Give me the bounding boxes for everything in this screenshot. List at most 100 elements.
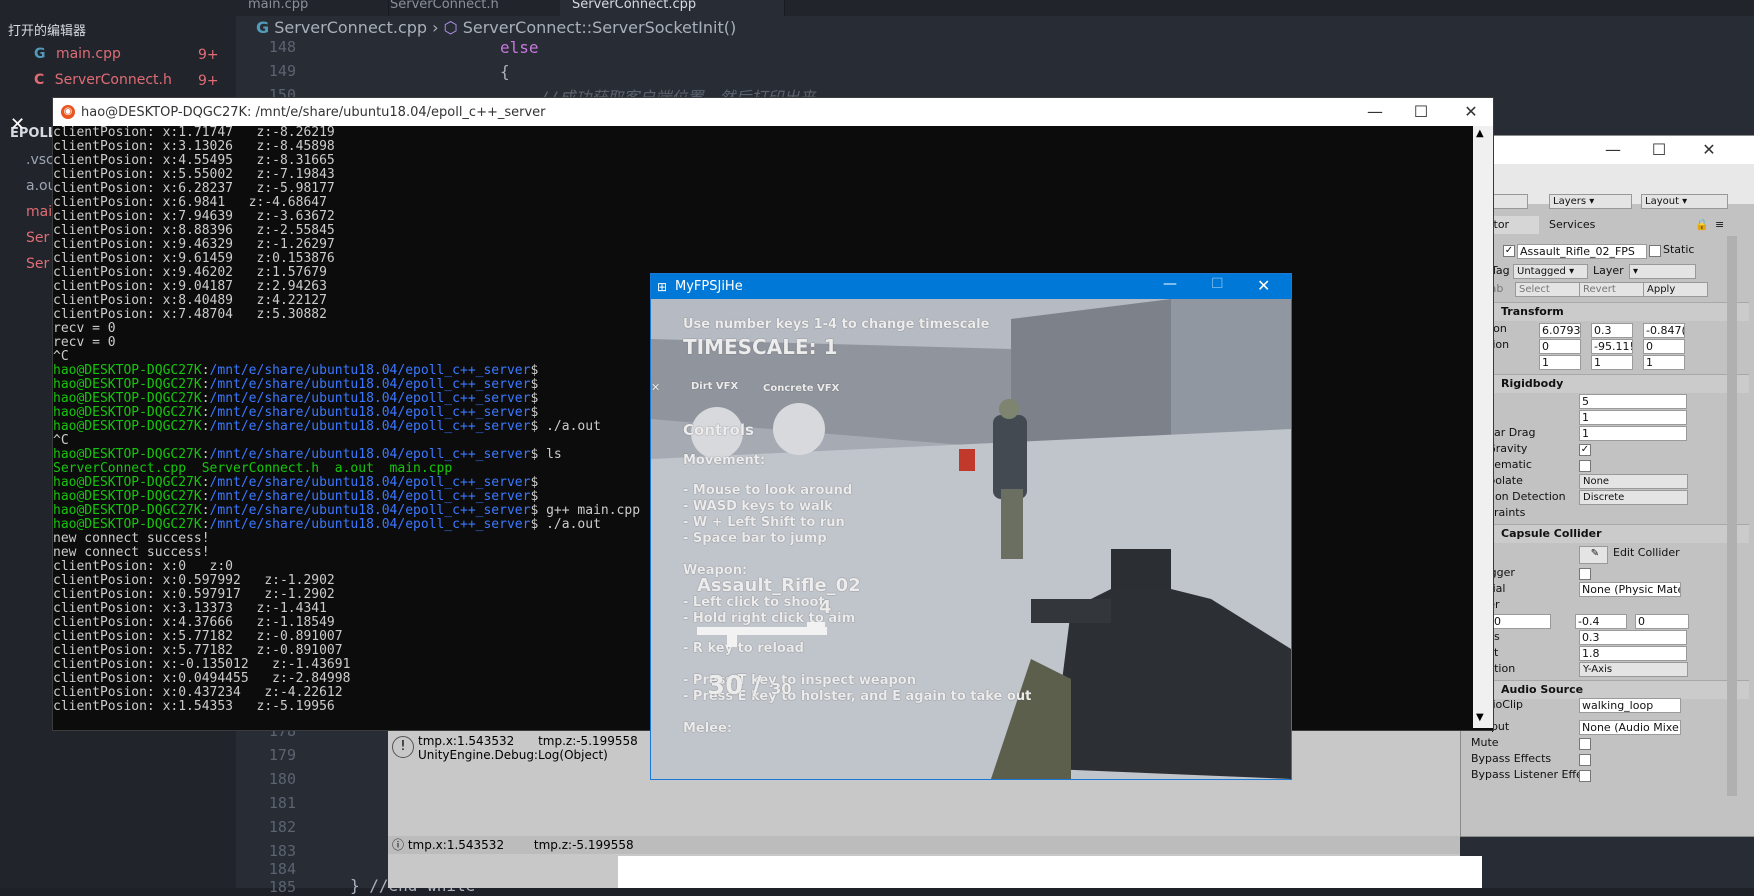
minimize-icon[interactable]: —: [1163, 276, 1177, 292]
collision-dropdown[interactable]: Discrete: [1579, 490, 1688, 505]
console-entry[interactable]: tmp.x:1.543532 tmp.z:-5.199558 UnityEngi…: [418, 734, 638, 762]
center-z[interactable]: 0: [1635, 614, 1689, 629]
center-x[interactable]: 0: [1491, 614, 1551, 629]
ammo-separator: /: [752, 671, 762, 701]
bypass-effects-checkbox[interactable]: [1579, 754, 1591, 766]
terminal-prompt-line: hao@DESKTOP-DQGC27K:/mnt/e/share/ubuntu1…: [53, 363, 539, 378]
use-gravity-checkbox[interactable]: ✓: [1579, 444, 1591, 456]
mass-input[interactable]: 5: [1579, 394, 1687, 409]
movement-line: - WASD keys to walk: [683, 499, 833, 514]
rigidbody-header[interactable]: Rigidbody: [1461, 374, 1749, 393]
open-editors-title[interactable]: 打开的编辑器: [8, 20, 86, 39]
close-icon[interactable]: ✕: [651, 381, 660, 394]
open-file-header[interactable]: C ServerConnect.h: [34, 72, 172, 88]
position-x[interactable]: 6.0793: [1539, 323, 1581, 338]
layers-dropdown[interactable]: Layers ▾: [1549, 194, 1632, 209]
active-checkbox[interactable]: ✓: [1503, 245, 1515, 257]
line-number: 183: [268, 842, 296, 860]
close-icon[interactable]: ✕: [1687, 136, 1731, 164]
terminal-scrollbar[interactable]: ▲ ▼: [1473, 126, 1493, 728]
maximize-icon[interactable]: ☐: [1399, 98, 1443, 126]
terminal-title-bar[interactable]: ◉ hao@DESKTOP-DQGC27K: /mnt/e/share/ubun…: [53, 98, 1493, 126]
game-title-bar[interactable]: ⊞ MyFPSJiHe — ☐ ✕: [651, 274, 1291, 299]
inspector-scrollbar[interactable]: [1727, 236, 1737, 796]
edit-collider-label: Edit Collider: [1613, 546, 1680, 559]
tag-dropdown[interactable]: Untagged ▾: [1513, 264, 1588, 279]
tree-item-serverconnect-h[interactable]: Ser: [26, 256, 49, 272]
interpolate-dropdown[interactable]: None: [1579, 474, 1688, 489]
problem-badge: 9+: [198, 73, 219, 89]
kinematic-checkbox[interactable]: [1579, 460, 1591, 472]
line-number: 180: [268, 770, 296, 788]
audioclip-input[interactable]: walking_loop: [1579, 698, 1681, 713]
scale-z[interactable]: 1: [1643, 355, 1685, 370]
rotation-x[interactable]: 0: [1539, 339, 1581, 354]
terminal-prompt-line: hao@DESKTOP-DQGC27K:/mnt/e/share/ubuntu1…: [53, 489, 539, 504]
method-icon: ⬡: [443, 18, 458, 37]
line-number: 181: [268, 794, 296, 812]
minimize-icon[interactable]: —: [1353, 98, 1397, 126]
material-input[interactable]: None (Physic Mate: [1579, 582, 1681, 597]
lock-icon[interactable]: 🔒: [1695, 218, 1709, 231]
rotation-y[interactable]: -95.11!: [1591, 339, 1633, 354]
bypass-listener-checkbox[interactable]: [1579, 770, 1591, 782]
tree-item-vscode[interactable]: .vsc: [26, 152, 54, 168]
tab-services[interactable]: Services: [1549, 216, 1619, 234]
maximize-icon[interactable]: ☐: [1211, 276, 1224, 292]
code-line: {: [500, 62, 510, 81]
dirt-vfx-button[interactable]: Dirt VFX: [691, 381, 738, 392]
mute-checkbox[interactable]: [1579, 738, 1591, 750]
trigger-checkbox[interactable]: [1579, 568, 1591, 580]
close-icon[interactable]: ✕: [1449, 98, 1493, 126]
position-z[interactable]: -0.847(: [1643, 323, 1685, 338]
object-name-input[interactable]: Assault_Rifle_02_FPS: [1517, 244, 1647, 259]
editor-tab-bar: main.cpp ServerConnect.h ServerConnect.c…: [0, 0, 1754, 17]
game-viewport[interactable]: Use number keys 1-4 to change timescale …: [651, 299, 1291, 779]
revert-button[interactable]: Revert: [1579, 282, 1644, 297]
tree-item-serverconnect-cpp[interactable]: Ser: [26, 230, 49, 246]
scroll-down-icon[interactable]: ▼: [1476, 712, 1484, 723]
concrete-vfx-button[interactable]: Concrete VFX: [763, 383, 839, 394]
static-checkbox[interactable]: [1649, 245, 1661, 257]
apply-button[interactable]: Apply: [1643, 282, 1708, 297]
edit-collider-icon[interactable]: ✎: [1579, 546, 1608, 564]
layout-dropdown[interactable]: Layout ▾: [1641, 194, 1728, 209]
position-y[interactable]: 0.3: [1591, 323, 1633, 338]
angular-drag-input[interactable]: 1: [1579, 426, 1687, 441]
breadcrumb-symbol[interactable]: ServerConnect::ServerSocketInit(): [463, 18, 737, 37]
terminal-prompt-line: hao@DESKTOP-DQGC27K:/mnt/e/share/ubuntu1…: [53, 475, 539, 490]
close-icon[interactable]: ✕: [10, 116, 28, 134]
info-icon: !: [392, 736, 414, 758]
drag-input[interactable]: 1: [1579, 410, 1687, 425]
line-number: 149: [268, 62, 296, 80]
scale-y[interactable]: 1: [1591, 355, 1633, 370]
rotation-z[interactable]: 0: [1643, 339, 1685, 354]
terminal-line: clientPosion: x:0.597917 z:-1.2902: [53, 587, 335, 602]
terminal-prompt-line: hao@DESKTOP-DQGC27K:/mnt/e/share/ubuntu1…: [53, 447, 562, 462]
scroll-up-icon[interactable]: ▲: [1476, 128, 1484, 139]
open-file-main[interactable]: G main.cpp: [34, 46, 121, 62]
capsule-collider-header[interactable]: Capsule Collider: [1461, 524, 1749, 543]
terminal-line: clientPosion: x:5.77182 z:-0.891007: [53, 643, 343, 658]
scale-x[interactable]: 1: [1539, 355, 1581, 370]
center-y[interactable]: -0.4: [1575, 614, 1627, 629]
tab-main-cpp[interactable]: main.cpp: [236, 0, 389, 16]
height-input[interactable]: 1.8: [1579, 646, 1687, 661]
transform-header[interactable]: Transform: [1461, 302, 1749, 321]
layer-dropdown[interactable]: ▾: [1629, 264, 1696, 279]
console-text: tmp.z:-5.199558: [538, 734, 638, 748]
terminal-line: clientPosion: x:5.77182 z:-0.891007: [53, 629, 343, 644]
maximize-icon[interactable]: ☐: [1637, 136, 1681, 164]
close-icon[interactable]: ✕: [1257, 276, 1270, 295]
select-button[interactable]: Select: [1515, 282, 1580, 297]
radius-input[interactable]: 0.3: [1579, 630, 1687, 645]
direction-dropdown[interactable]: Y-Axis: [1579, 662, 1688, 677]
tab-serverconnect-h[interactable]: ServerConnect.h: [378, 0, 573, 16]
tab-serverconnect-cpp[interactable]: ServerConnect.cpp: [560, 0, 785, 16]
breadcrumb-file[interactable]: ServerConnect.cpp: [274, 18, 427, 37]
minimize-icon[interactable]: —: [1591, 136, 1635, 164]
menu-icon[interactable]: ≡: [1715, 218, 1724, 231]
output-input[interactable]: None (Audio Mixe: [1579, 720, 1681, 735]
tree-item-main[interactable]: mai: [26, 204, 52, 220]
static-label: Static: [1663, 243, 1695, 256]
